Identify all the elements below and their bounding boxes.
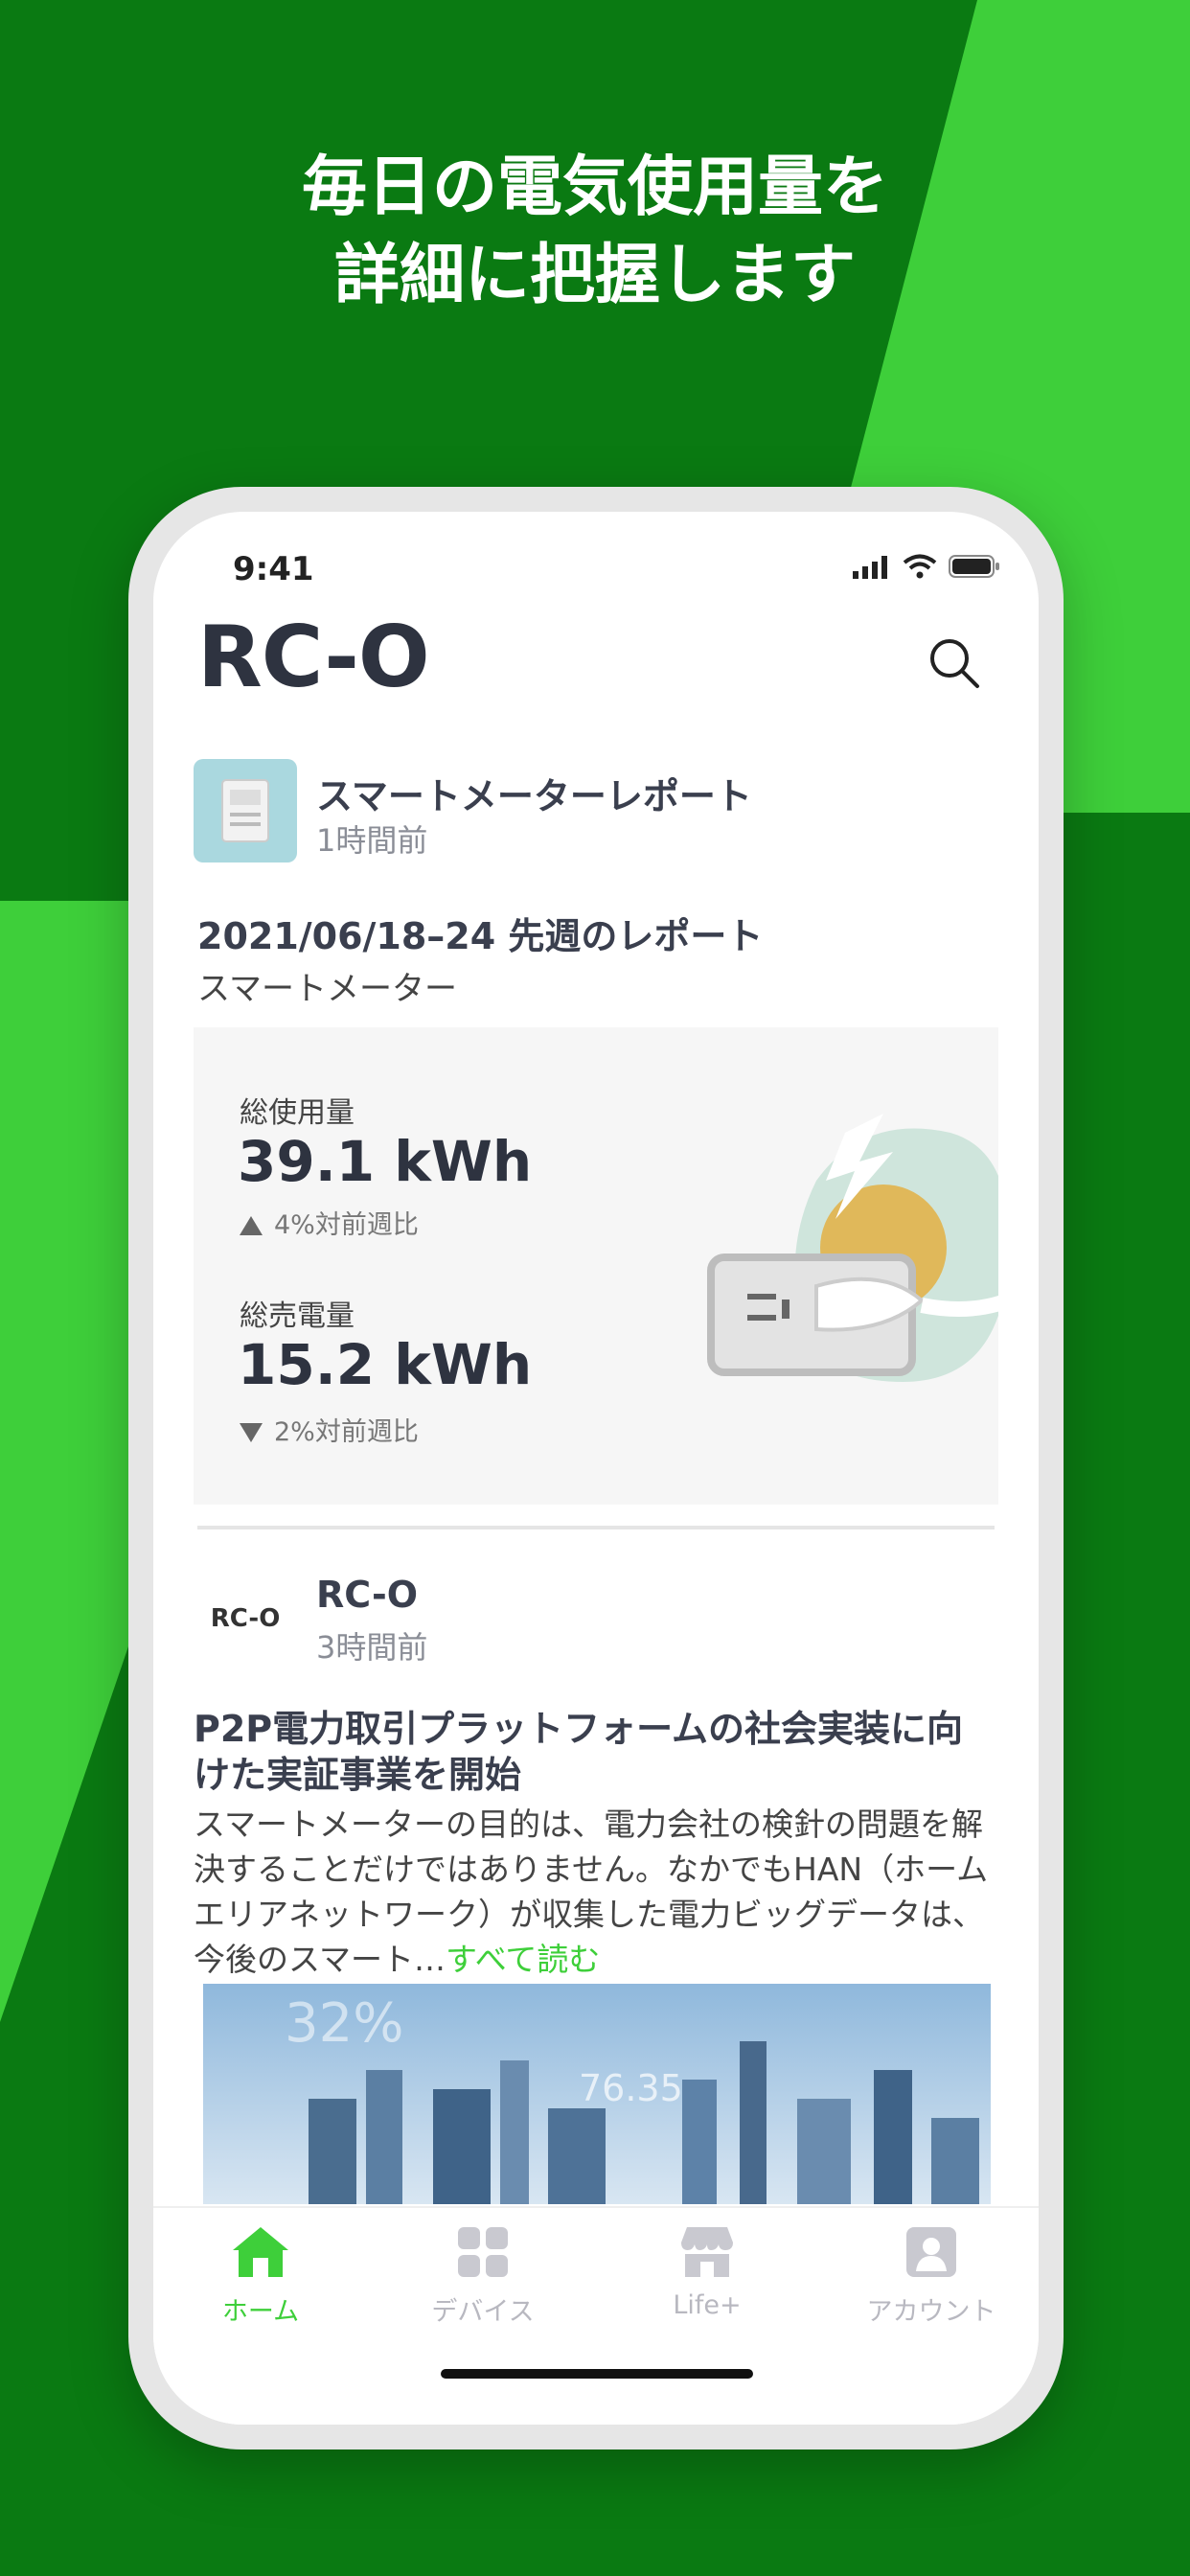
- usage-label: 総使用量: [240, 1096, 355, 1130]
- app-title: RC-O: [197, 608, 430, 706]
- article-posted-time: 3時間前: [316, 1629, 428, 1666]
- read-more-link[interactable]: すべて読む: [446, 1941, 600, 1978]
- tab-devices[interactable]: デバイス: [387, 2225, 579, 2328]
- tab-life-plus[interactable]: Life+: [611, 2225, 803, 2320]
- down-arrow-icon: [240, 1423, 263, 1442]
- usage-delta: 4%対前週比: [240, 1204, 419, 1241]
- up-arrow-icon: [240, 1216, 263, 1235]
- report-posted-time: 1時間前: [316, 822, 428, 859]
- image-overlay-value: 76.35: [579, 2067, 683, 2109]
- outlet-illustration: [707, 1114, 998, 1382]
- article-excerpt: スマートメーターの目的は、電力会社の検針の問題を解決することだけではありません。…: [194, 1802, 998, 1982]
- headline-line-1: 毎日の電気使用量を: [301, 150, 888, 225]
- grid-icon: [458, 2227, 508, 2277]
- status-time: 9:41: [233, 550, 314, 588]
- account-icon: [906, 2227, 956, 2277]
- image-overlay-percent: 32%: [285, 1992, 403, 2055]
- report-subtitle: スマートメーター: [197, 970, 457, 1008]
- card-divider: [197, 1526, 995, 1530]
- sold-delta-text: 2%対前週比: [274, 1417, 419, 1447]
- tab-home[interactable]: ホーム: [165, 2225, 356, 2328]
- status-bar: 9:41: [153, 512, 1039, 608]
- article-image[interactable]: 32% 76.35: [203, 1984, 991, 2204]
- tab-bar: ホーム デバイス Life+ アカウント: [153, 2206, 1039, 2425]
- report-title[interactable]: 2021/06/18–24 先週のレポート: [197, 907, 763, 959]
- article-card-header[interactable]: RC-O RC-O 3時間前: [194, 1566, 998, 1671]
- sold-value: 15.2 kWh: [238, 1332, 533, 1397]
- sold-delta: 2%対前週比: [240, 1411, 419, 1448]
- article-source: RC-O: [316, 1574, 419, 1616]
- store-icon: [681, 2227, 733, 2277]
- phone-frame: 9:41 RC-O スマートメーターレポート 1時間前 2021/06/18–2…: [128, 487, 1064, 2450]
- usage-delta-text: 4%対前週比: [274, 1210, 419, 1240]
- signal-icon: [853, 556, 887, 579]
- usage-value: 39.1 kWh: [238, 1129, 533, 1194]
- article-title[interactable]: P2P電力取引プラットフォームの社会実装に向けた実証事業を開始: [194, 1706, 998, 1798]
- sold-label: 総売電量: [240, 1300, 355, 1333]
- wifi-icon: [903, 554, 937, 579]
- smart-meter-icon: [194, 759, 297, 862]
- report-card-header[interactable]: スマートメーターレポート 1時間前: [194, 759, 998, 864]
- status-icons: [853, 554, 1000, 579]
- search-icon[interactable]: [926, 634, 983, 692]
- tab-devices-label: デバイス: [431, 2297, 535, 2327]
- headline-line-2: 詳細に把握します: [333, 238, 856, 313]
- phone-screen: 9:41 RC-O スマートメーターレポート 1時間前 2021/06/18–2…: [153, 512, 1039, 2425]
- report-source: スマートメーターレポート: [316, 775, 752, 817]
- tab-account-label: アカウント: [866, 2297, 996, 2327]
- home-indicator: [441, 2369, 753, 2379]
- rco-logo: RC-O: [210, 1604, 281, 1633]
- tab-home-label: ホーム: [221, 2297, 300, 2327]
- promo-headline: 毎日の電気使用量を 詳細に把握します: [0, 144, 1190, 320]
- report-summary-box[interactable]: 総使用量 39.1 kWh 4%対前週比 総売電量 15.2 kWh 2%対前週…: [194, 1027, 998, 1505]
- home-icon: [233, 2227, 288, 2277]
- tab-life-plus-label: Life+: [673, 2290, 742, 2320]
- tab-account[interactable]: アカウント: [835, 2225, 1027, 2328]
- battery-icon: [949, 555, 999, 578]
